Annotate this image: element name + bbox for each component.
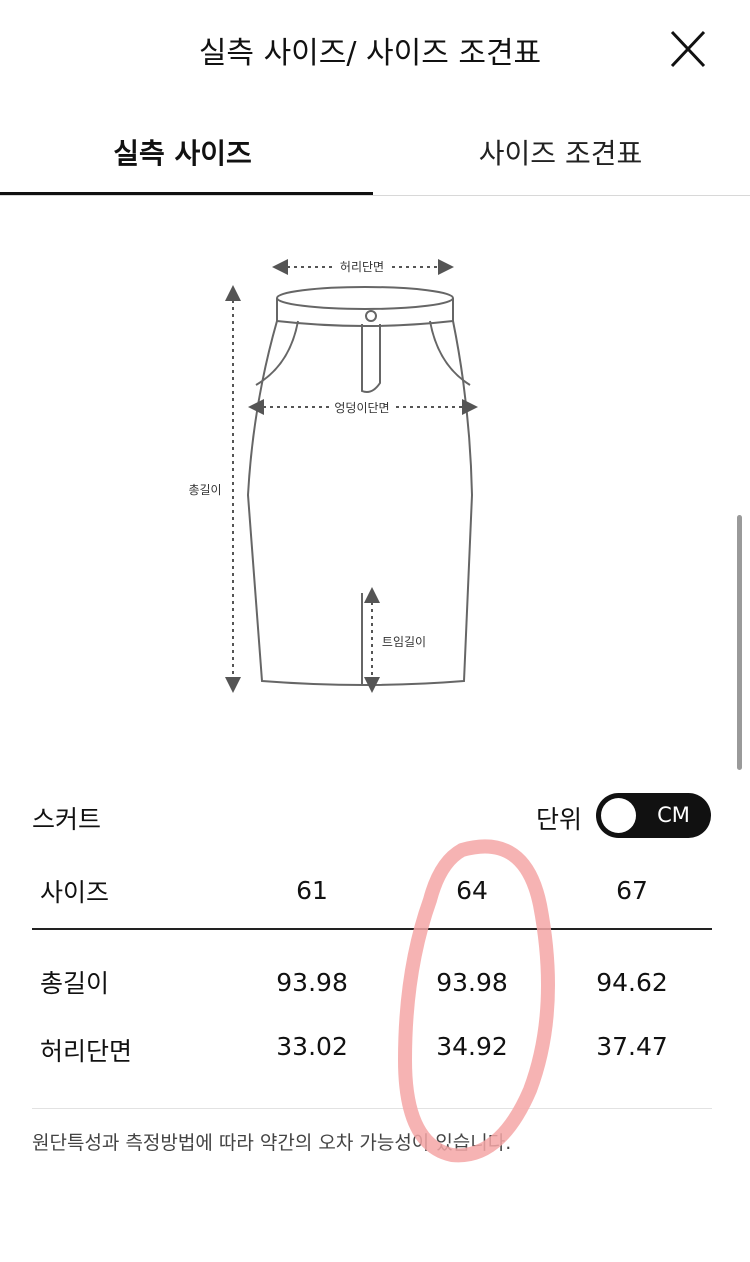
hip-label: 엉덩이단면 [334, 401, 389, 415]
header: 실측 사이즈/ 사이즈 조견표 [0, 0, 750, 100]
tab-size-chart[interactable]: 사이즈 조견표 [448, 132, 673, 172]
toggle-knob [601, 798, 636, 833]
table-header-row: 사이즈 61 64 67 [32, 853, 712, 930]
right-pocket [429, 320, 471, 386]
total-length-label: 총길이 [188, 483, 221, 497]
scrollbar[interactable] [737, 515, 742, 770]
unit-label: 단위 [536, 805, 583, 834]
slit-length-label: 트임길이 [382, 635, 426, 649]
table-cell: 34.92 [436, 1032, 508, 1061]
row-label: 허리단면 [40, 1037, 133, 1066]
table-cell: 33.02 [276, 1032, 348, 1061]
close-icon[interactable] [664, 26, 712, 74]
divider [32, 1108, 712, 1109]
button [365, 310, 377, 322]
table-row: 총길이 93.98 93.98 94.62 [32, 929, 712, 1032]
table-cell: 93.98 [436, 967, 508, 997]
tab-bar: 실측 사이즈 사이즈 조견표 [0, 100, 750, 196]
skirt-diagram: 허리단면 엉덩이단면 총길이 트임길이 [0, 195, 750, 755]
page-title: 실측 사이즈/ 사이즈 조견표 [198, 36, 542, 71]
row-label: 총길이 [40, 969, 110, 998]
close-button[interactable] [664, 26, 712, 74]
waistband-bottom [276, 320, 454, 327]
skirt-waistband [276, 286, 454, 310]
unit-value: CM [657, 803, 690, 827]
section-title: 스커트 [32, 805, 102, 834]
size-header: 67 [552, 853, 712, 930]
footnote: 원단특성과 측정방법에 따라 약간의 오차 가능성이 있습니다. [32, 1132, 512, 1154]
table-row: 허리단면 33.02 34.92 37.47 [32, 1032, 712, 1087]
table-cell: 94.62 [596, 967, 668, 997]
table-cell: 93.98 [276, 967, 348, 997]
size-header-label: 사이즈 [32, 853, 233, 930]
waist-label: 허리단면 [340, 260, 384, 274]
size-header: 64 [392, 853, 552, 930]
table-cell: 37.47 [596, 1032, 668, 1061]
fly-seam [361, 324, 381, 393]
left-pocket [255, 320, 299, 386]
unit-toggle[interactable]: CM [596, 793, 711, 838]
skirt-body [246, 298, 474, 686]
tab-measured-size[interactable]: 실측 사이즈 [70, 132, 295, 172]
size-header: 61 [232, 853, 393, 930]
size-table: 사이즈 61 64 67 총길이 93.98 93.98 94.62 허리단면 … [32, 853, 712, 1087]
